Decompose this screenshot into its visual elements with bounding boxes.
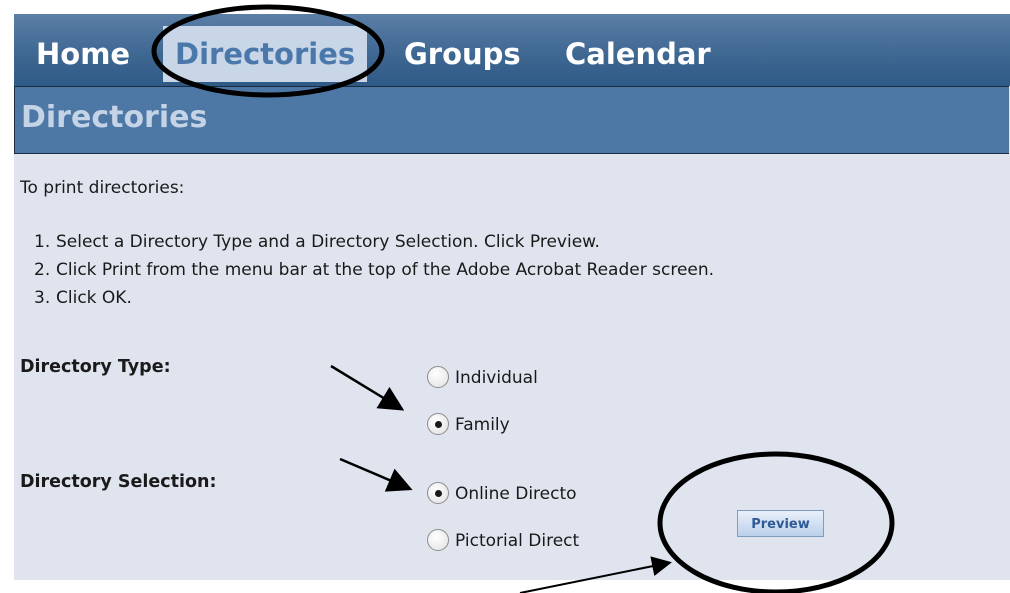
nav-tab-home[interactable]: Home xyxy=(36,26,130,82)
step-text: Select a Directory Type and a Directory … xyxy=(56,232,600,252)
radio-label-online-directory[interactable]: Online Directo xyxy=(455,484,577,504)
radio-individual[interactable] xyxy=(427,366,449,388)
step-number: 1. xyxy=(34,232,51,252)
radio-online-directory[interactable] xyxy=(427,482,449,504)
radio-family[interactable] xyxy=(427,413,449,435)
top-navigation: Home Directories Groups Calendar xyxy=(14,14,1010,86)
intro-text: To print directories: xyxy=(20,178,185,198)
radio-pictorial-directory[interactable] xyxy=(427,529,449,551)
nav-tab-directories[interactable]: Directories xyxy=(163,26,368,82)
directory-selection-label: Directory Selection: xyxy=(20,472,217,492)
radio-label-family[interactable]: Family xyxy=(455,415,510,435)
step-text: Click Print from the menu bar at the top… xyxy=(56,260,715,280)
step-number: 2. xyxy=(34,260,51,280)
radio-label-pictorial-directory[interactable]: Pictorial Direct xyxy=(455,531,579,551)
step-number: 3. xyxy=(34,288,51,308)
nav-tab-groups[interactable]: Groups xyxy=(404,26,521,82)
app-frame: Home Directories Groups Calendar Directo… xyxy=(14,14,1010,580)
step-text: Click OK. xyxy=(56,288,132,308)
radio-label-individual[interactable]: Individual xyxy=(455,368,538,388)
page-title-bar: Directories xyxy=(14,86,1009,154)
page-title: Directories xyxy=(21,100,208,135)
nav-tab-calendar[interactable]: Calendar xyxy=(565,26,711,82)
preview-button[interactable]: Preview xyxy=(737,510,824,537)
directory-type-label: Directory Type: xyxy=(20,357,171,377)
